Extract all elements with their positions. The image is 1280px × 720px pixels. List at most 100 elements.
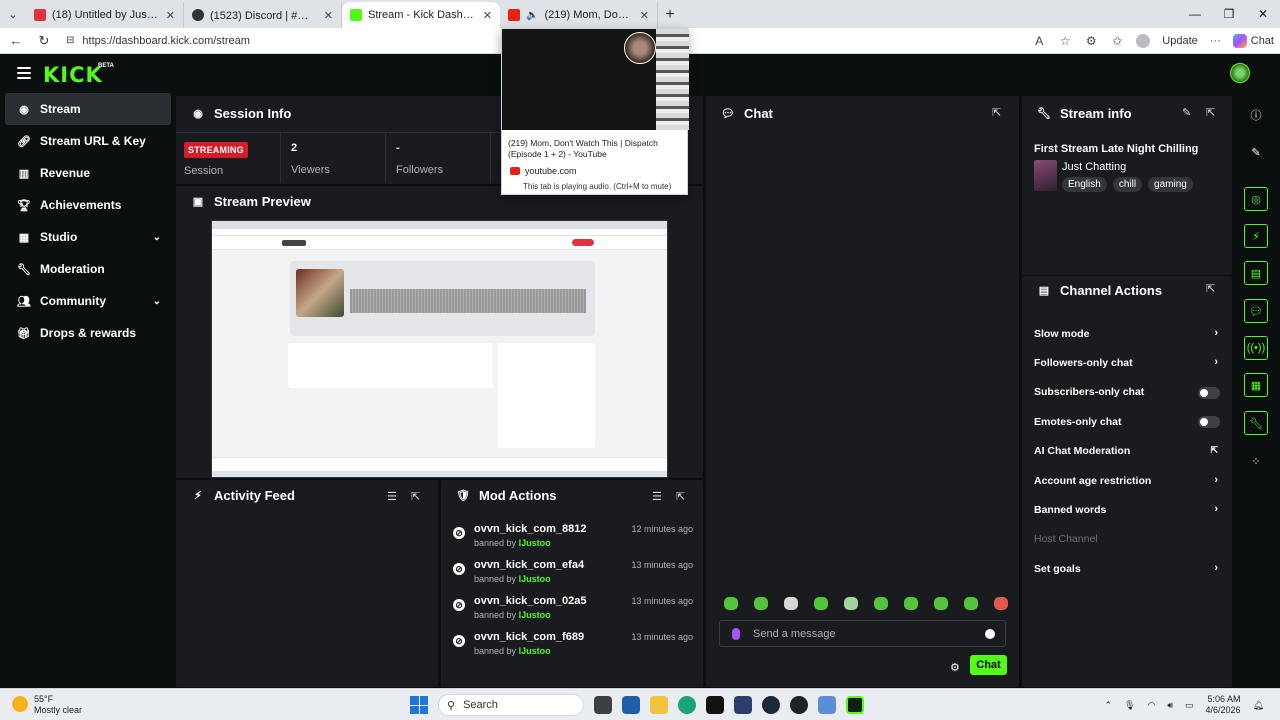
banned-username[interactable]: ovvn_kick_com_02a5 xyxy=(474,595,587,607)
favorites-icon[interactable]: ✩ xyxy=(1110,34,1124,48)
battery-icon[interactable]: ▭ xyxy=(1185,700,1194,711)
store-icon[interactable] xyxy=(622,696,640,714)
popout-icon[interactable]: ⇱ xyxy=(676,492,687,503)
followers-only-action[interactable]: Followers-only chat › xyxy=(1022,348,1232,377)
tiktok-icon[interactable] xyxy=(706,696,724,714)
clock[interactable]: 5:06 AM 4/6/2026 xyxy=(1206,694,1241,716)
edit-pencil-icon[interactable]: ✎ xyxy=(1244,140,1268,164)
windows-start-icon[interactable] xyxy=(410,696,428,714)
microphone-icon[interactable]: 🎙︎ xyxy=(1124,700,1135,711)
kick-logo[interactable]: KICK xyxy=(43,63,103,87)
emotes-only-toggle[interactable] xyxy=(1198,416,1220,429)
moderator-name[interactable]: lJustoo xyxy=(519,538,551,548)
close-tab-icon[interactable]: ✕ xyxy=(640,9,649,22)
volume-icon[interactable]: 🔊︎ xyxy=(1167,700,1173,711)
read-aloud-icon[interactable]: A xyxy=(1032,34,1046,48)
kick-app-icon[interactable] xyxy=(846,696,864,714)
steam-icon[interactable] xyxy=(762,696,780,714)
filter-icon[interactable]: ☰ xyxy=(387,492,398,503)
emote-icon[interactable] xyxy=(994,597,1008,610)
taskbar-search[interactable]: ⚲ Search xyxy=(438,694,584,716)
document-icon[interactable]: ▤ xyxy=(1244,261,1268,285)
sidebar-item-moderation[interactable]: 🔧︎ Moderation xyxy=(5,253,171,285)
slow-mode-action[interactable]: Slow mode › xyxy=(1022,319,1232,348)
chat-message-input[interactable]: Send a message xyxy=(719,620,1006,647)
chat-send-button[interactable]: Chat xyxy=(970,655,1007,675)
emote-icon[interactable] xyxy=(844,597,858,610)
favorite-star-icon[interactable]: ☆ xyxy=(1058,34,1072,48)
emote-icon[interactable] xyxy=(904,597,918,610)
wrench-icon[interactable]: 🔧︎ xyxy=(1244,411,1268,435)
user-avatar[interactable] xyxy=(1230,63,1250,83)
wifi-icon[interactable]: ◠ xyxy=(1147,700,1155,711)
broadcast-icon[interactable]: ((•)) xyxy=(1244,336,1268,360)
close-window-icon[interactable]: ✕ xyxy=(1246,0,1280,28)
emote-icon[interactable] xyxy=(784,597,798,610)
menu-icon[interactable] xyxy=(17,67,31,79)
popout-icon[interactable]: ⇱ xyxy=(1206,284,1217,295)
stream-preview-video[interactable] xyxy=(211,220,668,478)
banned-username[interactable]: ovvn_kick_com_efa4 xyxy=(474,559,584,571)
layout-icon[interactable]: ▦ xyxy=(1244,373,1268,397)
set-goals-action[interactable]: Set goals › xyxy=(1022,554,1232,583)
browser-tab-kick[interactable]: Stream - Kick Dashboard ✕ xyxy=(342,2,500,28)
camera-icon[interactable]: ◎ xyxy=(1244,187,1268,211)
emote-icon[interactable] xyxy=(874,597,888,610)
sidebar-item-community[interactable]: 👥︎ Community ⌄ xyxy=(5,285,171,317)
account-age-action[interactable]: Account age restriction › xyxy=(1022,466,1232,495)
emote-icon[interactable] xyxy=(754,597,768,610)
close-tab-icon[interactable]: ✕ xyxy=(166,9,175,22)
chat-bubble-icon[interactable]: 💬︎ xyxy=(1244,299,1268,323)
minimize-icon[interactable]: — xyxy=(1178,0,1212,28)
profile-avatar[interactable] xyxy=(1136,33,1151,48)
refresh-icon[interactable]: ↻ xyxy=(34,31,54,51)
sidebar-item-drops-rewards[interactable]: 🎁︎ Drops & rewards xyxy=(5,317,171,349)
sidebar-item-revenue[interactable]: ▥ Revenue xyxy=(5,157,171,189)
file-explorer-icon[interactable] xyxy=(650,696,668,714)
lightning-icon[interactable]: ⚡︎ xyxy=(1244,224,1268,248)
ai-chat-moderation-action[interactable]: AI Chat Moderation ⇱ xyxy=(1022,437,1232,466)
browser-tab-bandlab[interactable]: (18) Untitled by Justo Miles | Band ✕ xyxy=(26,2,184,28)
speaker-icon[interactable]: 🔈 xyxy=(526,10,538,21)
chat-settings-icon[interactable]: ⚙ xyxy=(950,661,960,674)
tab-list-dropdown-icon[interactable]: ⌄ xyxy=(0,0,26,28)
weather-widget[interactable]: 55°F Mostly clear xyxy=(12,694,82,716)
obs-icon[interactable] xyxy=(790,696,808,714)
update-button[interactable]: Update xyxy=(1162,35,1197,47)
app-icon[interactable] xyxy=(818,696,836,714)
copilot-chat-button[interactable]: Chat xyxy=(1232,33,1274,48)
browser-tab-discord[interactable]: (1523) Discord | #・✎・welco ✕ xyxy=(184,2,342,28)
emote-icon[interactable] xyxy=(724,597,738,610)
sidebar-item-studio[interactable]: ▦ Studio ⌄ xyxy=(5,221,171,253)
task-view-icon[interactable] xyxy=(594,696,612,714)
edge-browser-icon[interactable] xyxy=(678,696,696,714)
emote-icon[interactable] xyxy=(934,597,948,610)
banned-words-action[interactable]: Banned words › xyxy=(1022,495,1232,524)
microphone-icon[interactable] xyxy=(732,628,740,640)
more-menu-icon[interactable]: ··· xyxy=(1210,35,1221,47)
restore-icon[interactable]: ❐ xyxy=(1212,0,1246,28)
moderator-name[interactable]: lJustoo xyxy=(519,646,551,656)
banned-username[interactable]: ovvn_kick_com_f689 xyxy=(474,631,584,643)
banned-username[interactable]: ovvn_kick_com_8812 xyxy=(474,523,587,535)
more-apps-icon[interactable]: ⁘ xyxy=(1244,449,1268,473)
close-tab-icon[interactable]: ✕ xyxy=(483,9,492,22)
app-icon[interactable] xyxy=(734,696,752,714)
chevron-up-icon[interactable]: ⌃ xyxy=(1104,700,1112,711)
filter-icon[interactable]: ☰ xyxy=(652,492,663,503)
emote-icon[interactable] xyxy=(964,597,978,610)
popout-icon[interactable]: ⇱ xyxy=(992,108,1003,119)
back-icon[interactable]: ← xyxy=(6,31,26,51)
subscribers-only-toggle[interactable] xyxy=(1198,386,1220,399)
notification-bell-icon[interactable]: 🔔︎ xyxy=(1253,700,1264,711)
edit-pencil-icon[interactable]: ✎ xyxy=(1182,108,1193,119)
moderator-name[interactable]: lJustoo xyxy=(519,610,551,620)
moderator-name[interactable]: lJustoo xyxy=(519,574,551,584)
popout-icon[interactable]: ⇱ xyxy=(411,492,422,503)
browser-tab-youtube[interactable]: 🔈 (219) Mom, Don't Watch This ✕ xyxy=(500,2,658,28)
new-tab-button[interactable]: + xyxy=(658,2,682,28)
popout-icon[interactable]: ⇱ xyxy=(1206,108,1217,119)
extensions-icon[interactable]: ⚙ xyxy=(1084,34,1098,48)
emoji-icon[interactable] xyxy=(985,629,995,639)
sidebar-item-achievements[interactable]: 🏆︎ Achievements xyxy=(5,189,171,221)
